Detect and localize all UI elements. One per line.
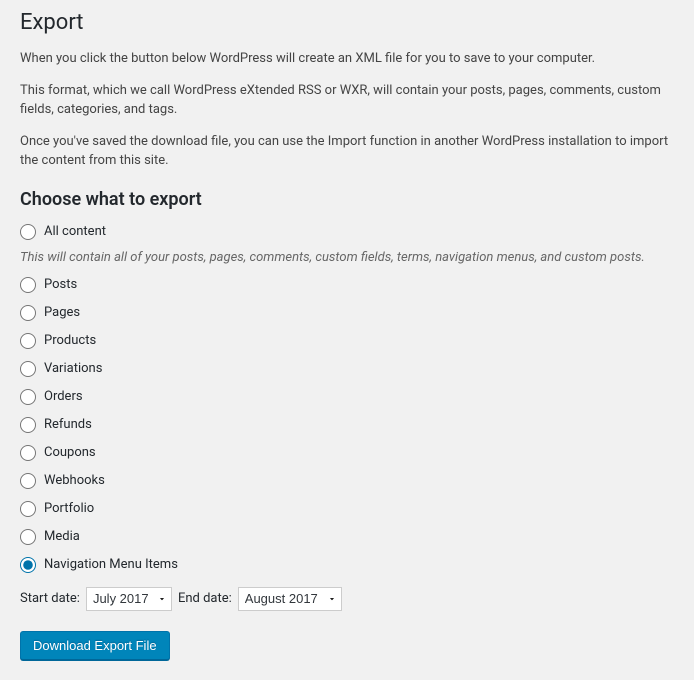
radio-label-pages[interactable]: Pages xyxy=(44,305,80,320)
radio-pages[interactable] xyxy=(20,305,36,321)
radio-label-coupons[interactable]: Coupons xyxy=(44,445,96,460)
download-export-button[interactable]: Download Export File xyxy=(20,631,170,660)
radio-label-posts[interactable]: Posts xyxy=(44,277,77,292)
radio-label-webhooks[interactable]: Webhooks xyxy=(44,473,105,488)
intro-paragraph-2: This format, which we call WordPress eXt… xyxy=(20,81,674,120)
radio-webhooks[interactable] xyxy=(20,473,36,489)
radio-refunds[interactable] xyxy=(20,417,36,433)
radio-label-portfolio[interactable]: Portfolio xyxy=(44,501,94,516)
radio-label-orders[interactable]: Orders xyxy=(44,389,83,404)
radio-orders[interactable] xyxy=(20,389,36,405)
radio-label-all-content[interactable]: All content xyxy=(44,224,106,239)
radio-media[interactable] xyxy=(20,529,36,545)
radio-navigation-menu-items[interactable] xyxy=(20,557,36,573)
intro-paragraph-3: Once you've saved the download file, you… xyxy=(20,132,674,171)
radio-products[interactable] xyxy=(20,333,36,349)
radio-label-navigation-menu-items[interactable]: Navigation Menu Items xyxy=(44,557,178,572)
end-date-select[interactable]: August 2017 xyxy=(238,587,342,611)
radio-all-content[interactable] xyxy=(20,224,36,240)
page-title: Export xyxy=(20,10,674,35)
radio-label-products[interactable]: Products xyxy=(44,333,96,348)
start-date-select[interactable]: July 2017 xyxy=(86,587,172,611)
choose-heading: Choose what to export xyxy=(20,189,674,210)
radio-label-refunds[interactable]: Refunds xyxy=(44,417,92,432)
radio-portfolio[interactable] xyxy=(20,501,36,517)
radio-coupons[interactable] xyxy=(20,445,36,461)
radio-label-media[interactable]: Media xyxy=(44,529,80,544)
radio-label-variations[interactable]: Variations xyxy=(44,361,102,376)
all-content-hint: This will contain all of your posts, pag… xyxy=(20,250,674,265)
radio-variations[interactable] xyxy=(20,361,36,377)
start-date-label: Start date: xyxy=(20,591,80,606)
intro-paragraph-1: When you click the button below WordPres… xyxy=(20,49,674,69)
end-date-label: End date: xyxy=(178,591,232,606)
radio-posts[interactable] xyxy=(20,277,36,293)
